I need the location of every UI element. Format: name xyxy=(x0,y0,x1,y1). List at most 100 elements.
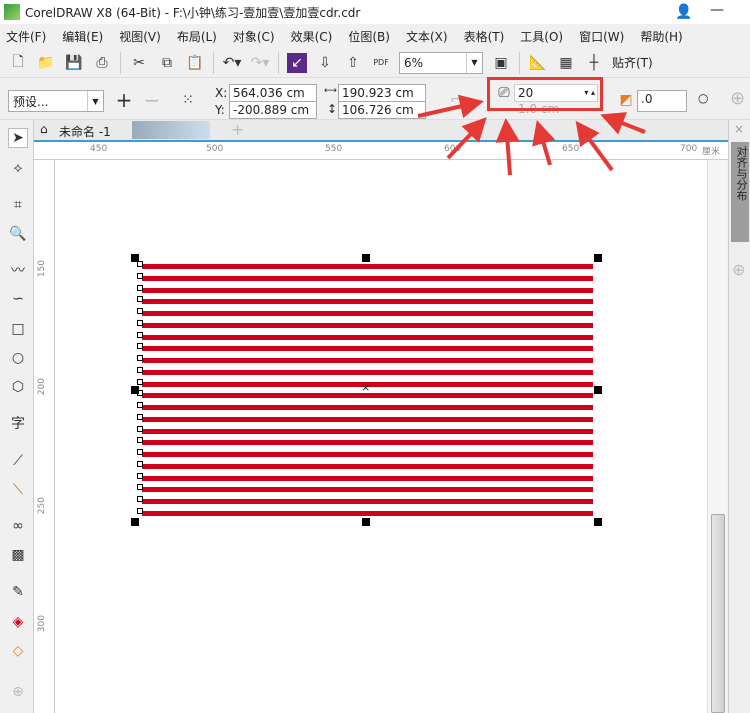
node-handle[interactable] xyxy=(137,449,143,456)
blend-stripe[interactable] xyxy=(142,405,593,411)
open-icon[interactable]: 📁 xyxy=(36,53,56,73)
shape-tool-icon[interactable]: ⟡ xyxy=(8,158,28,178)
full-screen-icon[interactable]: ▣ xyxy=(491,53,511,73)
node-handle[interactable] xyxy=(137,460,143,467)
selection-handle[interactable] xyxy=(362,518,370,526)
snap-to-menu[interactable]: 贴齐(T) xyxy=(612,54,653,71)
home-icon[interactable]: ⌂ xyxy=(40,122,48,136)
reference-point-icon[interactable]: ⁙ xyxy=(178,90,198,110)
node-handle[interactable] xyxy=(137,437,143,444)
node-handle[interactable] xyxy=(137,319,143,326)
new-document-icon[interactable]: 🗋 xyxy=(8,53,28,73)
height-field[interactable]: 106.726 cm xyxy=(338,101,426,119)
menu-effects[interactable]: 效果(C) xyxy=(291,28,333,45)
blend-stripe[interactable] xyxy=(142,346,593,352)
blend-stripe[interactable] xyxy=(142,511,593,516)
selection-handle[interactable] xyxy=(594,254,602,262)
interactive-fill-icon[interactable]: ◈ xyxy=(8,612,28,632)
user-icon[interactable]: 👤 xyxy=(674,2,694,22)
blend-stripe[interactable] xyxy=(142,475,593,481)
selection-handle[interactable] xyxy=(362,254,370,262)
x-position-field[interactable]: 564.036 cm xyxy=(229,84,317,102)
export-icon[interactable]: ⇧ xyxy=(343,53,363,73)
rectangle-tool-icon[interactable]: □ xyxy=(8,319,28,339)
blurred-tab[interactable] xyxy=(132,121,210,139)
selection-handle[interactable] xyxy=(594,518,602,526)
save-icon[interactable]: 💾 xyxy=(64,53,84,73)
transparency-tool-icon[interactable]: ▩ xyxy=(8,545,28,565)
blend-steps-path-icon[interactable]: ⌐ xyxy=(446,90,466,110)
text-tool-icon[interactable]: 字 xyxy=(8,413,28,433)
blend-tool-icon[interactable]: ∞ xyxy=(8,516,28,536)
node-handle[interactable] xyxy=(137,343,143,350)
print-icon[interactable]: ⎙ xyxy=(92,53,112,73)
blend-stripe[interactable] xyxy=(142,440,593,446)
grid-icon[interactable]: ▦ xyxy=(556,53,576,73)
node-handle[interactable] xyxy=(137,402,143,409)
vertical-scrollbar[interactable] xyxy=(707,160,727,713)
selection-handle[interactable] xyxy=(131,386,139,394)
blend-stripe[interactable] xyxy=(142,416,593,422)
connector-tool-icon[interactable]: ⟍ xyxy=(8,480,28,500)
drawing-canvas[interactable] xyxy=(55,160,707,713)
chevron-down-icon[interactable]: ▼ xyxy=(466,52,482,73)
selection-handle[interactable] xyxy=(131,254,139,262)
node-handle[interactable] xyxy=(137,296,143,303)
remove-preset-icon[interactable]: − xyxy=(142,88,162,112)
blend-stripe[interactable] xyxy=(142,487,593,493)
menu-text[interactable]: 文本(X) xyxy=(406,28,448,45)
preset-combo[interactable]: 预设... ▼ xyxy=(8,90,104,112)
node-handle[interactable] xyxy=(137,425,143,432)
copy-icon[interactable]: ⧉ xyxy=(157,53,177,73)
docker-tab-align-distribute[interactable]: 对齐与分布 xyxy=(731,142,749,242)
blend-stripe[interactable] xyxy=(142,287,593,293)
add-docker-icon[interactable]: ⊕ xyxy=(732,260,745,279)
blend-stripe[interactable] xyxy=(142,369,593,375)
node-handle[interactable] xyxy=(137,355,143,362)
add-icon[interactable]: ⊕ xyxy=(730,88,745,109)
node-handle[interactable] xyxy=(137,284,143,291)
selection-handle[interactable] xyxy=(131,518,139,526)
menu-table[interactable]: 表格(T) xyxy=(464,28,505,45)
crop-tool-icon[interactable]: ⌗ xyxy=(8,195,28,215)
zoom-tool-icon[interactable]: 🔍 xyxy=(8,224,28,244)
scrollbar-thumb[interactable] xyxy=(711,514,725,713)
menu-tools[interactable]: 工具(O) xyxy=(520,28,563,45)
vertical-ruler[interactable]: 150 200 250 300 xyxy=(34,160,55,713)
polygon-tool-icon[interactable]: ⬡ xyxy=(8,377,28,397)
blend-rotation-field[interactable]: .0 xyxy=(637,90,687,112)
freehand-tool-icon[interactable]: 〰 xyxy=(8,260,28,280)
horizontal-ruler[interactable]: 450 500 550 600 650 700 厘米 xyxy=(34,142,728,160)
import-icon[interactable]: ⇩ xyxy=(315,53,335,73)
node-handle[interactable] xyxy=(137,496,143,503)
pick-tool-icon[interactable]: ➤ xyxy=(8,128,28,148)
loop-blend-icon[interactable]: ○ xyxy=(698,91,708,105)
node-handle[interactable] xyxy=(137,331,143,338)
menu-bitmaps[interactable]: 位图(B) xyxy=(348,28,390,45)
artistic-media-icon[interactable]: ∽ xyxy=(8,289,28,309)
menu-file[interactable]: 文件(F) xyxy=(6,28,46,45)
menu-object[interactable]: 对象(C) xyxy=(233,28,275,45)
menu-view[interactable]: 视图(V) xyxy=(119,28,161,45)
search-content-icon[interactable]: ↙ xyxy=(287,52,307,73)
blend-stripe[interactable] xyxy=(142,275,593,281)
y-position-field[interactable]: -200.889 cm xyxy=(229,101,317,119)
node-handle[interactable] xyxy=(137,413,143,420)
eyedropper-tool-icon[interactable]: ✎ xyxy=(8,582,28,602)
width-field[interactable]: 190.923 cm xyxy=(338,84,426,102)
center-mark-icon[interactable]: × xyxy=(361,381,370,394)
blend-stripe[interactable] xyxy=(142,463,593,469)
node-handle[interactable] xyxy=(137,508,143,514)
dimension-tool-icon[interactable]: ⟋ xyxy=(8,451,28,471)
blend-stripe[interactable] xyxy=(142,358,593,364)
blend-stripe[interactable] xyxy=(142,299,593,305)
blend-stripe[interactable] xyxy=(142,311,593,317)
zoom-level-combo[interactable]: 6% ▼ xyxy=(399,51,483,74)
guidelines-icon[interactable]: ┼ xyxy=(584,53,604,73)
chevron-down-icon[interactable]: ▼ xyxy=(87,91,103,111)
rulers-icon[interactable]: 📐 xyxy=(528,53,548,73)
cut-icon[interactable]: ✂ xyxy=(129,53,149,73)
minimize-button[interactable]: — xyxy=(710,2,724,18)
menu-layout[interactable]: 布局(L) xyxy=(177,28,217,45)
blend-stripe[interactable] xyxy=(142,452,593,458)
